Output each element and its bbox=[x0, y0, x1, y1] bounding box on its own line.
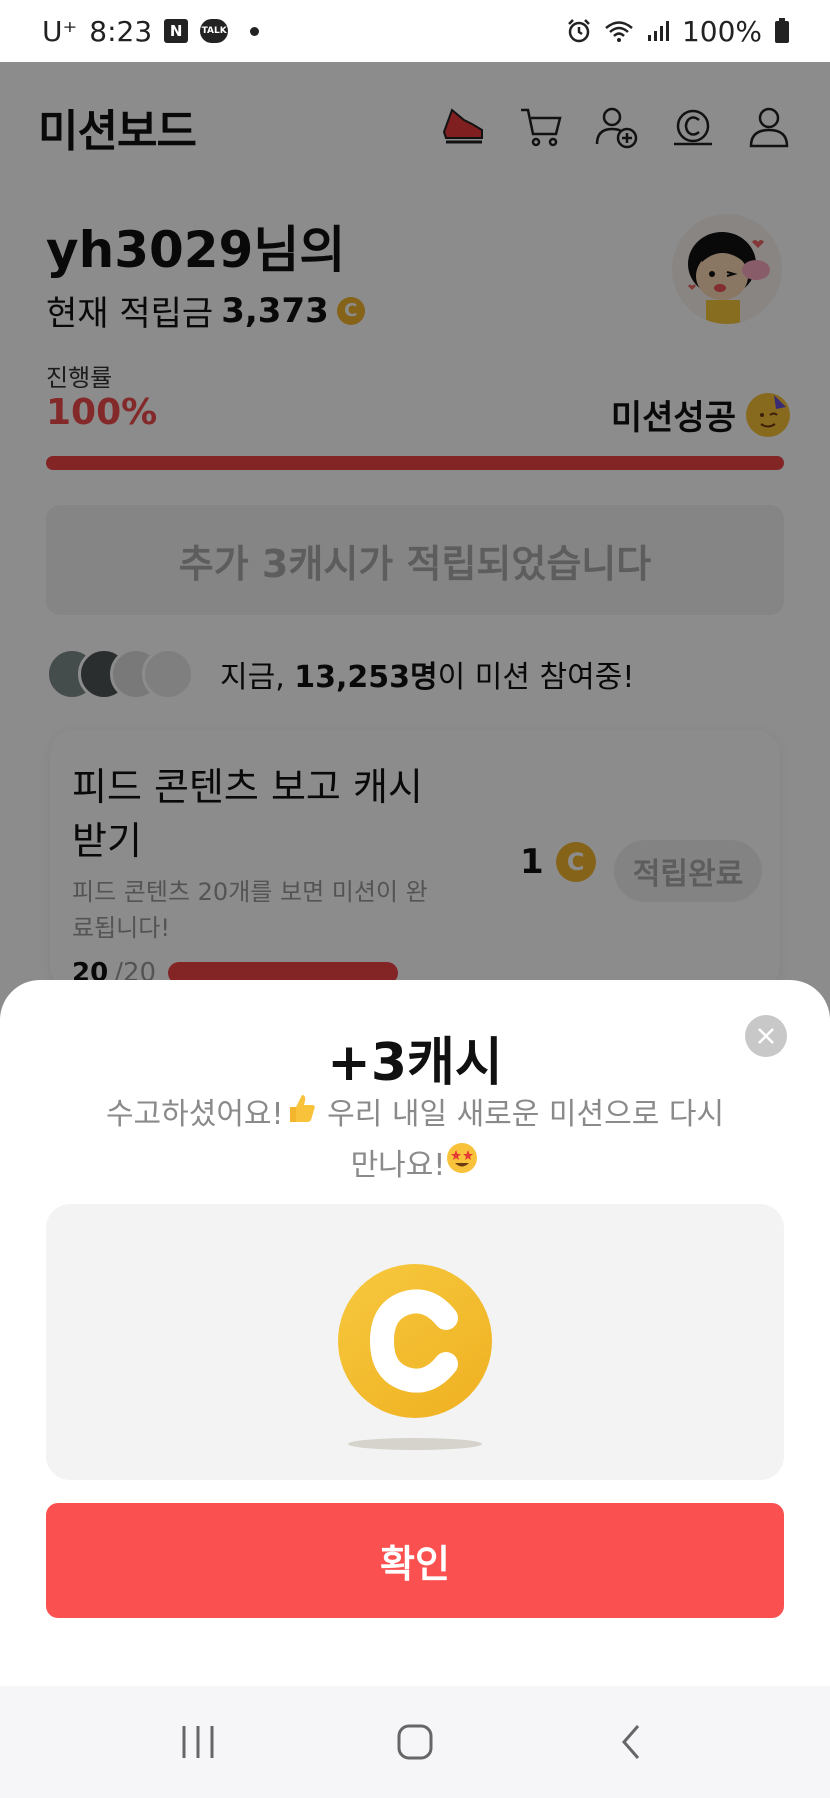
clock: 8:23 bbox=[89, 14, 153, 48]
notification-dot-icon bbox=[250, 26, 260, 36]
battery-icon bbox=[774, 18, 790, 44]
reward-message-part1: 수고하셨어요! bbox=[105, 1097, 284, 1132]
status-left: U⁺ 8:23 N TALK bbox=[42, 14, 260, 48]
reward-coin-panel bbox=[46, 1204, 784, 1480]
reward-title: +3캐시 bbox=[327, 1033, 503, 1093]
recent-apps-icon bbox=[182, 1726, 214, 1758]
confirm-button[interactable]: 확인 bbox=[46, 1503, 784, 1618]
battery-percent: 100% bbox=[681, 14, 762, 48]
reward-bottom-sheet: +3캐시 수고하셨어요! 우리 내일 새로운 미션으로 다시 만나요! 확인 bbox=[0, 980, 830, 1686]
reward-message-part2: 우리 내일 새로운 미션으로 다시 만나요! bbox=[317, 1097, 725, 1183]
thumbs-up-icon bbox=[284, 1091, 318, 1141]
back-icon bbox=[621, 1725, 639, 1759]
naver-icon: N bbox=[164, 19, 189, 43]
system-nav-bar bbox=[0, 1686, 830, 1798]
wifi-icon bbox=[604, 19, 634, 43]
carrier-label: U⁺ bbox=[42, 14, 78, 48]
status-bar: U⁺ 8:23 N TALK 100% bbox=[0, 0, 830, 62]
alarm-icon bbox=[566, 18, 592, 44]
status-right: 100% bbox=[566, 15, 790, 48]
reward-message: 수고하셨어요! 우리 내일 새로운 미션으로 다시 만나요! bbox=[90, 1090, 740, 1191]
kakaotalk-icon: TALK bbox=[200, 19, 229, 43]
big-coin-icon bbox=[338, 1264, 492, 1418]
signal-icon bbox=[646, 19, 670, 43]
coin-shadow bbox=[348, 1438, 482, 1450]
home-button[interactable] bbox=[395, 1722, 435, 1762]
recent-apps-button[interactable] bbox=[178, 1722, 218, 1762]
star-eyes-face-icon bbox=[445, 1141, 479, 1191]
back-button[interactable] bbox=[612, 1722, 652, 1762]
home-icon bbox=[397, 1724, 433, 1760]
